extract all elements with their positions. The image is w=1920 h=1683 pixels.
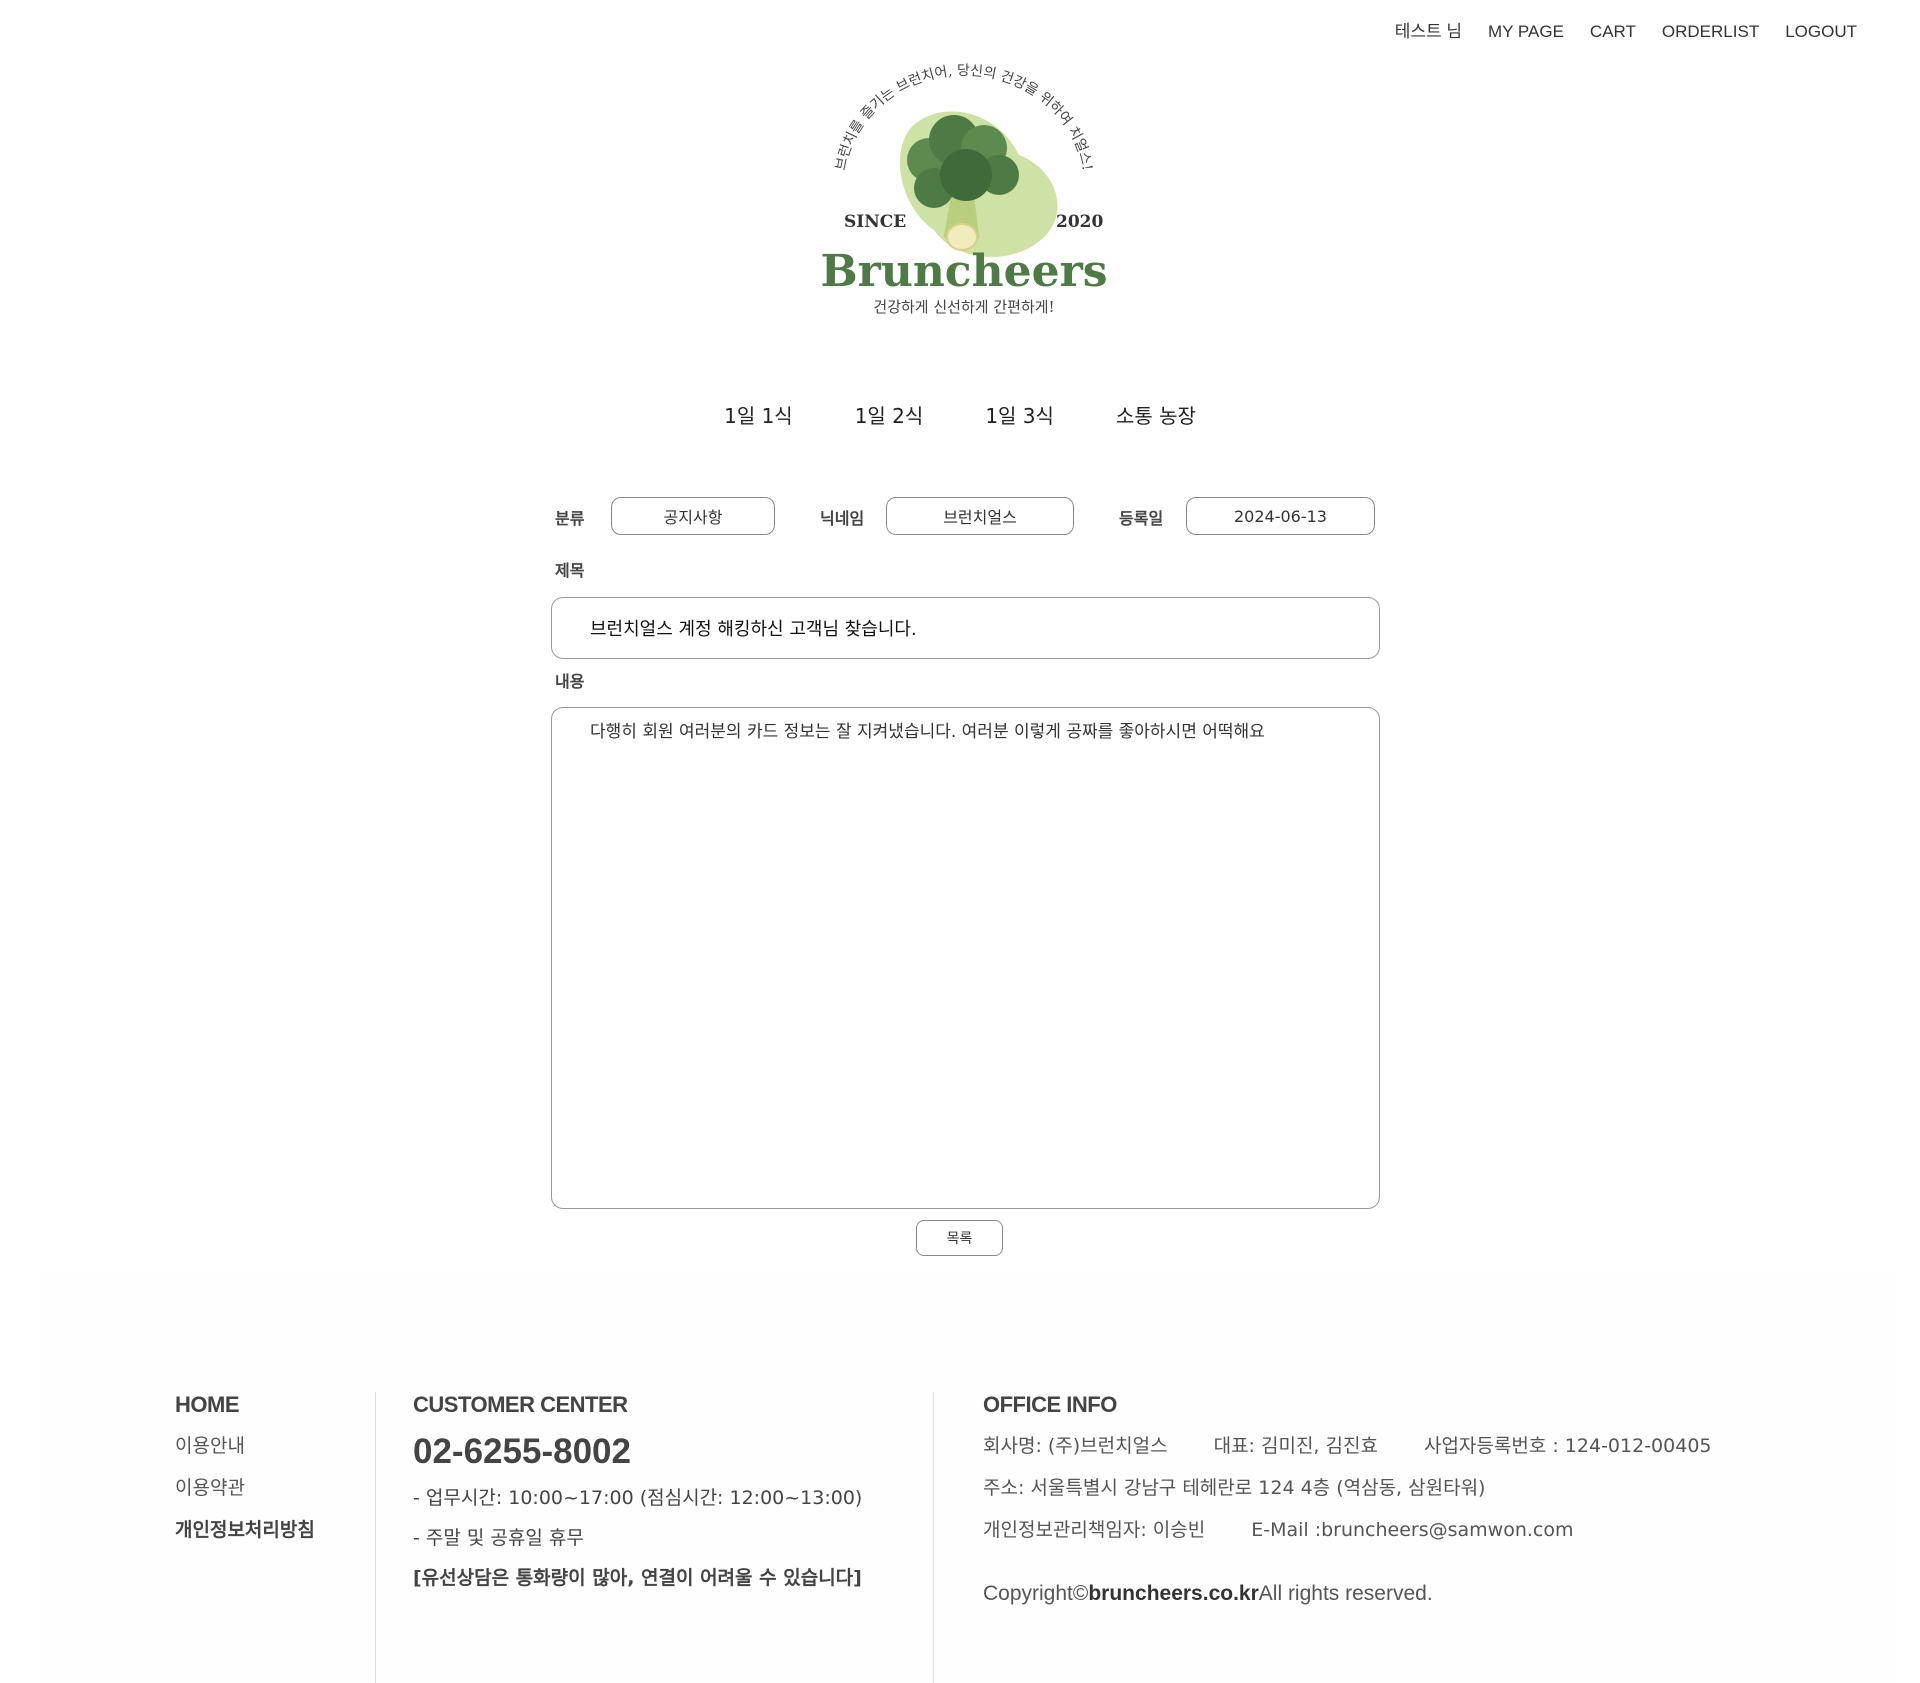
ceo-name: 대표: 김미진, 김진효 xyxy=(1213,1435,1378,1457)
cart-link[interactable]: CART xyxy=(1577,20,1649,44)
footer-privacy-link[interactable]: 개인정보처리방침 xyxy=(175,1516,375,1544)
nav-three-meals[interactable]: 1일 3식 xyxy=(954,402,1085,430)
top-nav: 테스트 님 MY PAGE CART ORDERLIST LOGOUT xyxy=(1382,20,1870,44)
office-row-contact: 개인정보관리책임자: 이승빈 E-Mail :bruncheers@samwon… xyxy=(983,1516,1843,1544)
contact-email: E-Mail :bruncheers@samwon.com xyxy=(1251,1519,1574,1541)
footer-terms-link[interactable]: 이용약관 xyxy=(175,1474,375,1502)
copyright-suffix: All rights reserved. xyxy=(1258,1582,1433,1605)
title-field: 브런치얼스 계정 해킹하신 고객님 찾습니다. xyxy=(551,597,1380,659)
nav-one-meal[interactable]: 1일 1식 xyxy=(693,402,824,430)
nickname-label: 닉네임 xyxy=(820,509,865,528)
nickname-field: 브런치얼스 xyxy=(886,497,1074,535)
business-number: 사업자등록번호 : 124-012-00405 xyxy=(1423,1435,1712,1457)
nav-two-meals[interactable]: 1일 2식 xyxy=(824,402,955,430)
office-info-title: OFFICE INFO xyxy=(983,1392,1117,1417)
footer-links-column: HOME 이용안내 이용약관 개인정보처리방침 xyxy=(175,1392,375,1544)
customer-center-column: CUSTOMER CENTER 02-6255-8002 - 업무시간: 10:… xyxy=(413,1392,953,1592)
broccoli-logo-icon: 브런치를 즐기는 브런치어, 당신의 건강을 위하여 치얼스! SINCE 20… xyxy=(820,63,1107,316)
main-nav: 1일 1식 1일 2식 1일 3식 소통 농장 xyxy=(0,402,1920,430)
office-info-column: OFFICE INFO 회사명: (주)브런치얼스 대표: 김미진, 김진효 사… xyxy=(983,1392,1843,1606)
footer-guide-link[interactable]: 이용안내 xyxy=(175,1432,375,1460)
logo-since: SINCE xyxy=(844,212,906,232)
office-row-address: 주소: 서울특별시 강남구 테헤란로 124 4층 (역삼동, 삼원타워) xyxy=(983,1474,1843,1502)
business-hours: - 업무시간: 10:00~17:00 (점심시간: 12:00~13:00) xyxy=(413,1487,863,1509)
privacy-officer: 개인정보관리책임자: 이승빈 xyxy=(983,1519,1206,1541)
title-label: 제목 xyxy=(555,561,585,580)
customer-center-title: CUSTOMER CENTER xyxy=(413,1392,628,1417)
logo-brand-name: Bruncheers xyxy=(820,246,1107,297)
list-button[interactable]: 목록 xyxy=(916,1220,1003,1256)
office-row-company: 회사명: (주)브런치얼스 대표: 김미진, 김진효 사업자등록번호 : 124… xyxy=(983,1432,1843,1460)
content-label: 내용 xyxy=(555,672,585,691)
user-greeting-link[interactable]: 테스트 님 xyxy=(1382,20,1475,44)
customer-phone: 02-6255-8002 xyxy=(413,1432,631,1471)
date-label: 등록일 xyxy=(1119,509,1164,528)
logo-year: 2020 xyxy=(1056,212,1103,232)
copyright: Copyright©bruncheers.co.krAll rights res… xyxy=(983,1582,1843,1606)
logo-tagline: 건강하게 신선하게 간편하게! xyxy=(873,298,1054,316)
orderlist-link[interactable]: ORDERLIST xyxy=(1649,20,1772,44)
category-label: 분류 xyxy=(555,509,585,528)
footer-divider xyxy=(375,1392,376,1683)
copyright-domain: bruncheers.co.kr xyxy=(1088,1582,1259,1605)
footer-home-link[interactable]: HOME xyxy=(175,1392,375,1418)
date-field: 2024-06-13 xyxy=(1186,497,1375,535)
mypage-link[interactable]: MY PAGE xyxy=(1475,20,1577,44)
brand-logo[interactable]: 브런치를 즐기는 브런치어, 당신의 건강을 위하여 치얼스! SINCE 20… xyxy=(794,60,1134,330)
logout-link[interactable]: LOGOUT xyxy=(1772,20,1870,44)
footer-divider xyxy=(933,1392,934,1683)
category-field: 공지사항 xyxy=(611,497,775,535)
nav-community[interactable]: 소통 농장 xyxy=(1085,402,1227,430)
company-name: 회사명: (주)브런치얼스 xyxy=(983,1435,1168,1457)
office-address: 주소: 서울특별시 강남구 테헤란로 124 4층 (역삼동, 삼원타워) xyxy=(983,1477,1486,1499)
footer: HOME 이용안내 이용약관 개인정보처리방침 CUSTOMER CENTER … xyxy=(40,1270,1890,1683)
content-field: 다행히 회원 여러분의 카드 정보는 잘 지켜냈습니다. 여러분 이렇게 공짜를… xyxy=(551,707,1380,1209)
holiday-notice: - 주말 및 공휴일 휴무 xyxy=(413,1527,584,1549)
copyright-prefix: Copyright© xyxy=(983,1582,1089,1605)
phone-notice: [유선상담은 통화량이 많아, 연결이 어려울 수 있습니다] xyxy=(413,1567,862,1589)
